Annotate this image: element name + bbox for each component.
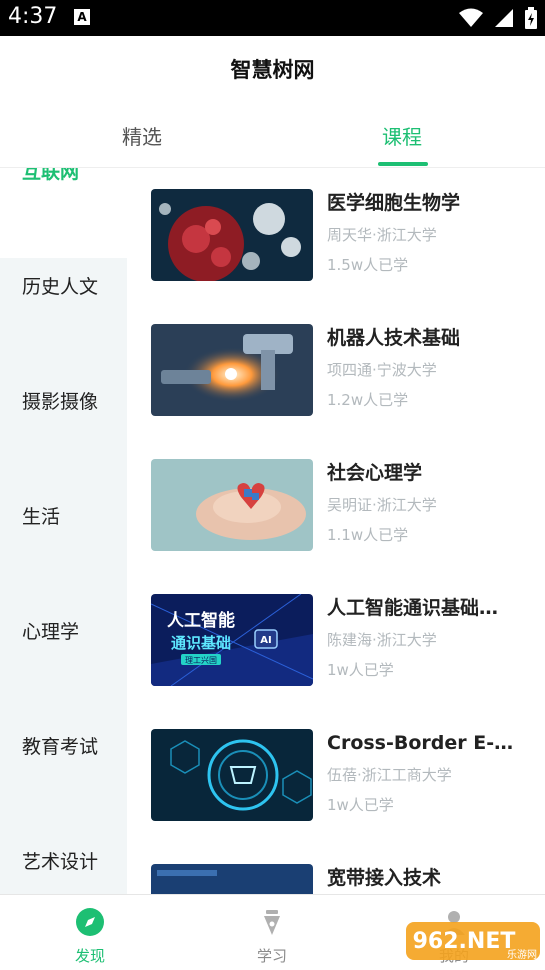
page-title: 智慧树网 xyxy=(230,58,315,82)
watermark-logo: 962.NET 乐游网 xyxy=(404,918,542,964)
course-teacher: 陈建海·浙江大学 xyxy=(327,631,437,649)
nav-learn[interactable]: 学习 xyxy=(222,895,322,970)
tab-featured[interactable]: 精选 xyxy=(92,104,192,168)
a-box-icon: A xyxy=(74,9,90,25)
course-thumbnail-robot xyxy=(151,324,313,416)
signal-icon xyxy=(494,9,513,27)
course-thumbnail-broadband xyxy=(151,864,313,894)
course-item[interactable]: 社会心理学 吴明证·浙江大学 1.1w人已学 xyxy=(151,459,531,551)
course-item[interactable]: AI 人工智能 通识基础 理工兴国 人工智能通识基础… 陈建海·浙江大学 1w人… xyxy=(151,594,531,686)
course-learners: 1w人已学 xyxy=(327,661,394,679)
course-item[interactable]: 宽带接入技术 xyxy=(151,864,531,894)
course-title: 医学细胞生物学 xyxy=(327,192,461,214)
category-sidebar: 互联网 历史人文 摄影摄像 生活 心理学 教育考试 艺术设计 xyxy=(0,168,127,894)
course-thumbnail-hands xyxy=(151,459,313,551)
category-psychology[interactable]: 心理学 xyxy=(22,612,79,652)
course-title: Cross-Border E-co… xyxy=(327,732,522,754)
nav-discover-label: 发现 xyxy=(74,947,105,965)
course-item[interactable]: 医学细胞生物学 周天华·浙江大学 1.5w人已学 xyxy=(151,189,531,281)
status-time: 4:37 xyxy=(8,4,58,29)
ai-banner-title: 人工智能 xyxy=(167,610,235,631)
compass-icon xyxy=(76,908,104,936)
nav-learn-label: 学习 xyxy=(256,947,287,965)
course-teacher: 周天华·浙江大学 xyxy=(327,226,437,244)
course-title: 人工智能通识基础… xyxy=(327,597,499,619)
category-photography[interactable]: 摄影摄像 xyxy=(22,382,98,422)
wifi-icon xyxy=(458,8,483,27)
category-life[interactable]: 生活 xyxy=(22,497,60,537)
course-title: 机器人技术基础 xyxy=(327,327,461,349)
active-tab-indicator xyxy=(378,162,428,166)
course-title: 宽带接入技术 xyxy=(327,867,442,889)
ai-banner-subtitle: 通识基础 xyxy=(171,634,231,652)
category-internet[interactable]: 互联网 xyxy=(22,168,79,192)
course-title: 社会心理学 xyxy=(327,462,423,484)
category-history-humanities[interactable]: 历史人文 xyxy=(22,267,98,307)
nav-discover[interactable]: 发现 xyxy=(40,895,140,970)
course-thumbnail-virus xyxy=(151,189,313,281)
battery-icon xyxy=(525,7,537,29)
course-learners: 1.2w人已学 xyxy=(327,391,409,409)
course-item[interactable]: Cross-Border E-co… 伍蓓·浙江工商大学 1w人已学 xyxy=(151,729,531,821)
tab-bar: 精选 课程 xyxy=(0,104,545,168)
status-bar: 4:37 A xyxy=(0,0,545,36)
course-teacher: 伍蓓·浙江工商大学 xyxy=(327,766,452,784)
course-learners: 1.1w人已学 xyxy=(327,526,409,544)
watermark-text: 962.NET xyxy=(413,929,516,954)
course-thumbnail-ai: AI 人工智能 通识基础 理工兴国 xyxy=(151,594,313,686)
category-education-exams[interactable]: 教育考试 xyxy=(22,727,98,767)
course-teacher: 吴明证·浙江大学 xyxy=(327,496,437,514)
ai-banner-tag: 理工兴国 xyxy=(185,656,217,665)
course-thumbnail-ecommerce xyxy=(151,729,313,821)
category-art-design[interactable]: 艺术设计 xyxy=(22,842,98,882)
course-learners: 1w人已学 xyxy=(327,796,394,814)
tab-courses[interactable]: 课程 xyxy=(352,104,452,168)
svg-text:AI: AI xyxy=(260,635,271,646)
status-icons xyxy=(453,7,537,29)
watermark-subtext: 乐游网 xyxy=(507,948,537,961)
course-learners: 1.5w人已学 xyxy=(327,256,409,274)
course-teacher: 项四通·宁波大学 xyxy=(327,361,437,379)
course-item[interactable]: 机器人技术基础 项四通·宁波大学 1.2w人已学 xyxy=(151,324,531,416)
pen-nib-icon xyxy=(264,910,280,935)
